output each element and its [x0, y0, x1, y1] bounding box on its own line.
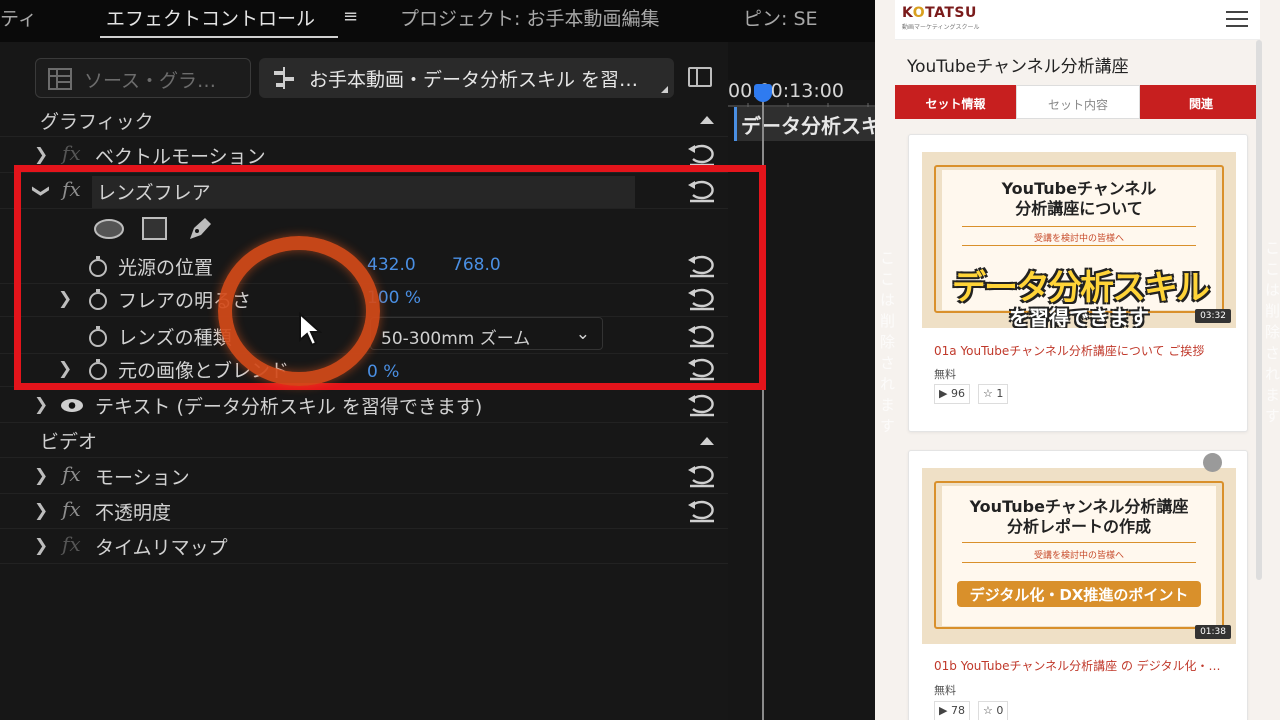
thumbnail-pill: デジタル化・DX推進のポイント [957, 581, 1201, 607]
cursor-click-ring [218, 236, 380, 386]
tab-related[interactable]: 関連 [1140, 85, 1262, 119]
section-video[interactable]: ビデオ [0, 423, 728, 458]
scrollbar-thumb[interactable] [1256, 40, 1262, 580]
grid-icon [48, 68, 72, 90]
video-title[interactable]: 01b YouTubeチャンネル分析講座 の デジタル化・… [934, 657, 1221, 674]
reset-icon[interactable] [686, 499, 718, 523]
collapse-caret-icon[interactable] [700, 116, 714, 124]
active-tab-underline [100, 36, 338, 38]
site-logo[interactable]: KOTATSU [902, 5, 977, 21]
eye-icon[interactable] [60, 398, 84, 413]
vertical-overlay-text-left: ここは削除されます [878, 250, 896, 439]
thumbnail-title-2: 分析講座について [1015, 199, 1143, 218]
section-graphics-label: グラフィック [40, 111, 154, 133]
tab-set-info[interactable]: セット情報 [895, 85, 1016, 119]
dropdown-corner-icon [661, 86, 668, 93]
effect-controls-window: ティ エフェクトコントロール ≡ プロジェクト: お手本動画編集 ピン: SE … [0, 0, 875, 720]
video-card[interactable]: YouTubeチャンネル 分析講座について 受講を検討中の皆様へ データ分析スキ… [908, 134, 1248, 432]
panel-toggle-icon[interactable] [688, 67, 712, 87]
floating-dot [1203, 453, 1222, 472]
thumbnail-headline-2: を習得できます [1009, 306, 1149, 328]
chevron-right-icon[interactable]: ❯ [34, 395, 48, 415]
video-card[interactable]: YouTubeチャンネル分析講座 分析レポートの作成 受講を検討中の皆様へ デジ… [908, 450, 1248, 720]
reset-icon[interactable] [686, 393, 718, 417]
course-page: KOTATSU 動画マーケティングスクール YouTubeチャンネル分析講座 セ… [875, 0, 1280, 720]
fx-icon[interactable]: fx [62, 497, 81, 521]
course-title: YouTubeチャンネル分析講座 [907, 57, 1129, 77]
tab-project[interactable]: プロジェクト: お手本動画編集 [400, 4, 659, 31]
site-header: KOTATSU 動画マーケティングスクール [895, 0, 1260, 40]
thumbnail-title-1: YouTubeチャンネル [1001, 179, 1157, 198]
chevron-right-icon[interactable]: ❯ [34, 145, 48, 165]
highlight-box [14, 165, 766, 390]
tab-pin[interactable]: ピン: SE [743, 4, 818, 31]
thumbnail-divider [962, 542, 1196, 543]
play-count-value: 78 [950, 704, 965, 717]
vertical-overlay-text-right: ここは削除されます [1263, 240, 1280, 429]
video-price: 無料 [934, 684, 956, 697]
fx-icon: fx [62, 532, 81, 556]
star-count[interactable]: ☆ 0 [978, 701, 1009, 720]
play-count: ▶ 96 [934, 384, 970, 404]
site-logo-subtitle: 動画マーケティングスクール [902, 24, 980, 31]
tab-effect-controls[interactable]: エフェクトコントロール [106, 4, 315, 31]
video-title[interactable]: 01a YouTubeチャンネル分析講座について ご挨拶 [934, 342, 1204, 359]
video-thumbnail[interactable]: YouTubeチャンネル分析講座 分析レポートの作成 受講を検討中の皆様へ デジ… [922, 468, 1236, 644]
effect-opacity-label: 不透明度 [95, 502, 172, 524]
mouse-cursor-icon [299, 312, 322, 347]
star-count-value: 1 [996, 387, 1004, 400]
chevron-right-icon[interactable]: ❯ [34, 501, 48, 521]
hamburger-menu-icon[interactable] [1226, 11, 1248, 28]
panel-tab-bar: ティ エフェクトコントロール ≡ プロジェクト: お手本動画編集 ピン: SE [0, 0, 875, 42]
star-count[interactable]: ☆ 1 [978, 384, 1009, 404]
fx-icon[interactable]: fx [62, 141, 81, 165]
video-duration: 03:32 [1195, 309, 1231, 323]
sequence-clip-label: お手本動画・データ分析スキル を習… [309, 69, 639, 91]
page-scrollbar[interactable] [1256, 40, 1262, 580]
thumbnail-divider [962, 226, 1196, 227]
thumbnail-divider [962, 245, 1196, 246]
chevron-right-icon[interactable]: ❯ [34, 466, 48, 486]
thumbnail-subtitle: 受講を検討中の皆様へ [1033, 234, 1124, 244]
sequence-clip-button[interactable]: お手本動画・データ分析スキル を習… [259, 58, 674, 98]
play-icon: ▶ [939, 704, 951, 717]
thumbnail-title-1: YouTubeチャンネル分析講座 [969, 497, 1189, 516]
thumbnail-subtitle: 受講を検討中の皆様へ [1033, 551, 1124, 561]
sequence-icon [274, 67, 294, 89]
effect-opacity[interactable]: ❯ fx 不透明度 [0, 494, 728, 529]
effect-time-remap[interactable]: ❯ fx タイムリマップ [0, 529, 728, 564]
source-clip-label: ソース・グラ… [84, 70, 217, 92]
course-tabs: セット情報 セット内容 関連 [895, 85, 1262, 119]
fx-icon[interactable]: fx [62, 462, 81, 486]
video-duration: 01:38 [1195, 625, 1231, 639]
play-count: ▶ 78 [934, 701, 970, 720]
reset-icon[interactable] [686, 464, 718, 488]
chevron-right-icon[interactable]: ❯ [34, 536, 48, 556]
reset-icon[interactable] [686, 143, 718, 167]
section-graphics[interactable]: グラフィック [0, 102, 728, 137]
effect-motion[interactable]: ❯ fx モーション [0, 459, 728, 494]
video-price: 無料 [934, 368, 956, 381]
video-thumbnail[interactable]: YouTubeチャンネル 分析講座について 受講を検討中の皆様へ データ分析スキ… [922, 152, 1236, 328]
star-icon: ☆ [983, 387, 997, 400]
star-count-value: 0 [996, 704, 1004, 717]
play-count-value: 96 [950, 387, 965, 400]
timeline-clip[interactable]: データ分析スキ [734, 107, 875, 141]
timecode: 00:00:13:00 [728, 80, 844, 102]
tab-partial[interactable]: ティ [0, 4, 37, 31]
section-video-label: ビデオ [40, 431, 98, 453]
thumbnail-divider [962, 562, 1196, 563]
thumbnail-title-2: 分析レポートの作成 [1006, 517, 1151, 536]
effect-motion-label: モーション [95, 467, 190, 489]
panel-menu-icon[interactable]: ≡ [343, 6, 358, 27]
effect-text-layer[interactable]: ❯ テキスト (データ分析スキル を習得できます) [0, 388, 728, 423]
playhead-handle[interactable] [754, 84, 772, 102]
effect-time-remap-label: タイムリマップ [95, 537, 228, 559]
collapse-caret-icon[interactable] [700, 437, 714, 445]
tab-set-content[interactable]: セット内容 [1016, 85, 1140, 119]
source-clip-button[interactable]: ソース・グラ… [35, 58, 251, 98]
effect-text-layer-label: テキスト (データ分析スキル を習得できます) [95, 396, 483, 418]
play-icon: ▶ [939, 387, 951, 400]
star-icon: ☆ [983, 704, 997, 717]
